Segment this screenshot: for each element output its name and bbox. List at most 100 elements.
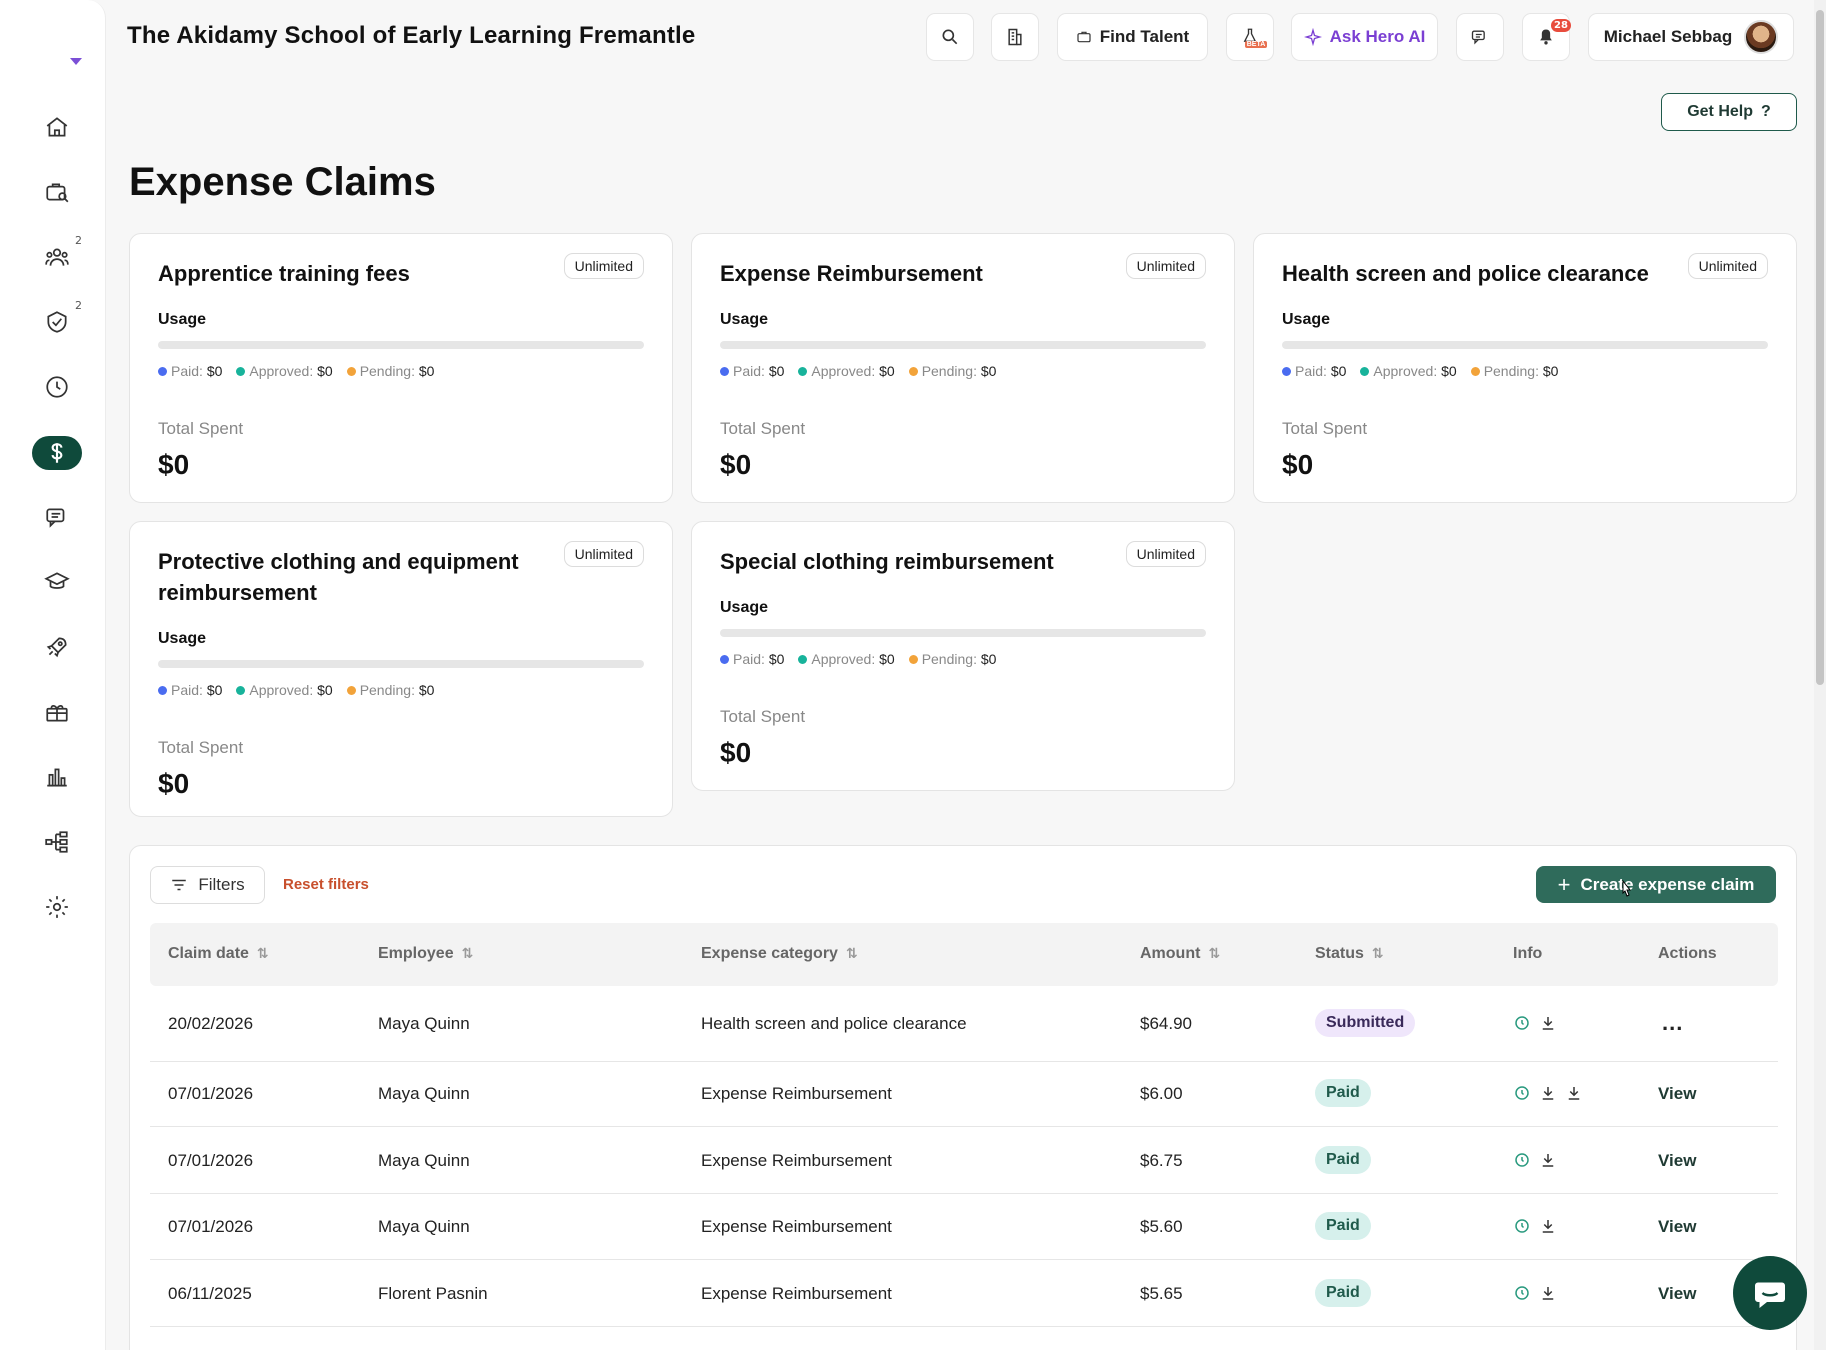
sidebar-item-onboarding[interactable] <box>32 630 82 664</box>
download-icon[interactable] <box>1539 1014 1557 1032</box>
beta-tag: BETA <box>1244 40 1268 48</box>
support-chat-button[interactable] <box>1733 1256 1807 1330</box>
find-talent-button[interactable]: Find Talent <box>1057 13 1208 61</box>
sort-icon[interactable]: ⇅ <box>846 946 858 962</box>
table-row[interactable]: 07/01/2026 Maya Quinn Expense Reimbursem… <box>150 1061 1778 1127</box>
approved-label: Approved: <box>811 651 876 667</box>
approved-dot-icon <box>798 655 808 664</box>
sidebar-item-messages[interactable] <box>32 500 82 534</box>
download-icon[interactable] <box>1565 1084 1583 1102</box>
download-icon[interactable] <box>1539 1151 1557 1169</box>
sidebar-item-settings[interactable] <box>32 890 82 924</box>
download-icon[interactable] <box>1539 1084 1557 1102</box>
history-clock-icon[interactable] <box>1513 1217 1531 1235</box>
sort-icon[interactable]: ⇅ <box>462 946 474 962</box>
col-employee-label: Employee <box>378 945 454 962</box>
usage-label: Usage <box>158 630 207 647</box>
user-name: Michael Sebbag <box>1603 27 1733 46</box>
paid-label: Paid: <box>171 682 203 698</box>
sidebar-item-compliance[interactable]: 2 <box>32 299 82 339</box>
pending-dot-icon <box>1470 367 1480 376</box>
usage-legend: Paid: $0 Approved: $0 Pending: $0 <box>720 363 1206 379</box>
sidebar-item-recruitment[interactable] <box>32 175 82 209</box>
total-spent-value: $0 <box>158 449 190 480</box>
sidebar-item-reports[interactable] <box>32 760 82 794</box>
paid-label: Paid: <box>1295 363 1327 379</box>
filters-button[interactable]: Filters <box>150 866 265 904</box>
usage-label: Usage <box>720 599 769 616</box>
people-icon <box>45 248 69 266</box>
reset-filters-link[interactable]: Reset filters <box>283 876 369 893</box>
pending-label: Pending: <box>921 651 977 667</box>
sidebar-item-people[interactable]: 2 <box>32 234 82 274</box>
user-menu-button[interactable]: Michael Sebbag <box>1588 13 1794 61</box>
gear-icon <box>46 896 68 918</box>
beta-lab-button[interactable]: BETA <box>1226 13 1274 61</box>
get-help-label: Get Help <box>1687 103 1753 120</box>
workspace-switcher-caret-icon[interactable] <box>70 58 82 65</box>
total-spent-label: Total Spent <box>158 419 244 438</box>
view-claim-link[interactable]: View <box>1658 1217 1696 1237</box>
card-title: Health screen and police clearance <box>1282 261 1649 286</box>
sidebar-item-expenses[interactable] <box>32 436 82 470</box>
sort-icon[interactable]: ⇅ <box>257 946 269 962</box>
col-status[interactable]: Status ⇅ <box>1315 945 1384 963</box>
page-title: Expense Claims <box>129 160 436 204</box>
sort-icon[interactable]: ⇅ <box>1208 946 1220 962</box>
approved-value: $0 <box>317 682 333 698</box>
info-icons <box>1513 1084 1583 1102</box>
paid-dot-icon <box>158 367 167 376</box>
more-actions-icon[interactable]: ... <box>1662 1010 1683 1036</box>
sidebar-item-org-chart[interactable] <box>32 825 82 859</box>
view-claim-link[interactable]: View <box>1658 1151 1696 1171</box>
table-row[interactable]: 07/01/2026 Maya Quinn Expense Reimbursem… <box>150 1127 1778 1194</box>
claim-date: 20/02/2026 <box>168 1014 254 1033</box>
building-icon <box>1008 28 1022 46</box>
table-row[interactable]: 06/11/2025 Florent Pasnin Expense Reimbu… <box>150 1260 1778 1327</box>
col-expense-category[interactable]: Expense category ⇅ <box>701 945 858 963</box>
create-expense-claim-button[interactable]: + Create expense claim <box>1536 866 1776 903</box>
chat-icon <box>46 508 65 528</box>
ask-hero-ai-button[interactable]: Ask Hero AI <box>1291 13 1438 61</box>
get-help-button[interactable]: Get Help ? <box>1661 93 1797 131</box>
legend-approved: Approved: $0 <box>1360 363 1457 379</box>
download-icon[interactable] <box>1539 1284 1557 1302</box>
page-scrollbar[interactable] <box>1814 0 1826 1350</box>
claim-date: 07/01/2026 <box>168 1151 254 1170</box>
view-claim-link[interactable]: View <box>1658 1284 1696 1304</box>
scrollbar-thumb[interactable] <box>1816 10 1824 685</box>
history-clock-icon[interactable] <box>1513 1014 1531 1032</box>
table-row[interactable]: 07/01/2026 Maya Quinn Expense Reimbursem… <box>150 1194 1778 1260</box>
history-clock-icon[interactable] <box>1513 1284 1531 1302</box>
col-amount[interactable]: Amount ⇅ <box>1140 945 1220 963</box>
sidebar-item-timesheets[interactable] <box>32 370 82 404</box>
notifications-button[interactable]: 28 <box>1522 13 1571 61</box>
col-claim-date[interactable]: Claim date ⇅ <box>168 945 269 963</box>
notification-count-badge: 28 <box>1551 19 1571 32</box>
graduation-cap-icon <box>44 572 70 589</box>
sidebar-item-benefits[interactable] <box>32 695 82 729</box>
usage-label: Usage <box>1282 311 1331 328</box>
col-employee[interactable]: Employee ⇅ <box>378 945 473 963</box>
history-clock-icon[interactable] <box>1513 1084 1531 1102</box>
sort-icon[interactable]: ⇅ <box>1372 946 1384 962</box>
limit-badge: Unlimited <box>1687 253 1768 279</box>
view-claim-link[interactable]: View <box>1658 1084 1696 1104</box>
messages-button[interactable] <box>1456 13 1504 61</box>
check-shield-icon <box>47 311 67 333</box>
history-clock-icon[interactable] <box>1513 1151 1531 1169</box>
search-button[interactable] <box>926 13 974 61</box>
sidebar-item-learning[interactable] <box>32 565 82 599</box>
company-button[interactable] <box>991 13 1039 61</box>
approved-dot-icon <box>1360 367 1370 376</box>
employee-name: Maya Quinn <box>378 1217 470 1236</box>
table-row[interactable]: 20/02/2026 Maya Quinn Health screen and … <box>150 986 1778 1062</box>
card-title: Apprentice training fees <box>158 261 410 286</box>
sidebar-item-home[interactable] <box>32 110 82 144</box>
download-icon[interactable] <box>1539 1217 1557 1235</box>
paid-dot-icon <box>720 655 729 664</box>
expense-claims-table-panel: Filters Reset filters + Create expense c… <box>129 845 1797 1350</box>
pending-value: $0 <box>1542 363 1559 379</box>
legend-paid: Paid: $0 <box>720 651 784 667</box>
amount: $6.00 <box>1140 1084 1183 1103</box>
